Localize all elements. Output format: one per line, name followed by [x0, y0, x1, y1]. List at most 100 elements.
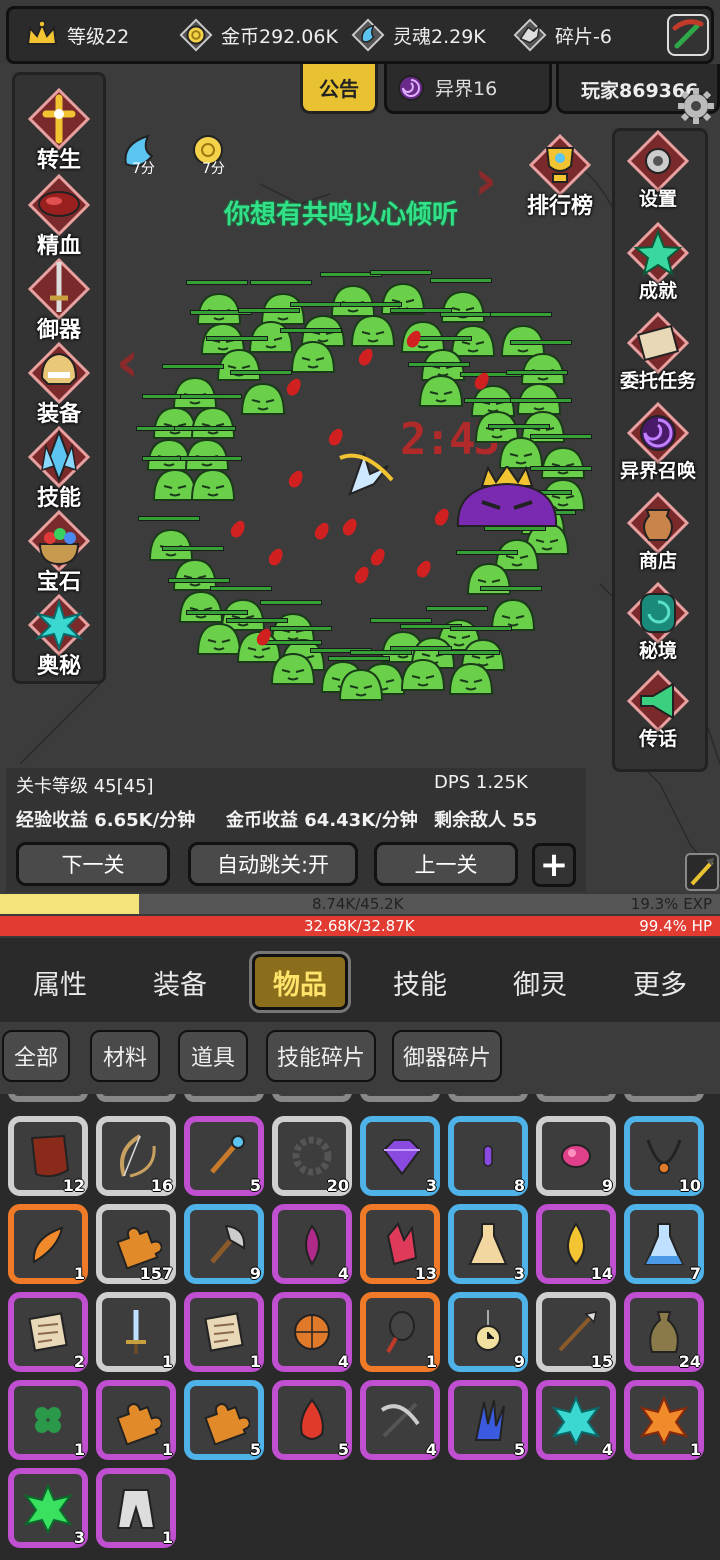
inventory-slot[interactable]: 4: [272, 1292, 352, 1372]
world-tab[interactable]: 异界16: [384, 64, 552, 114]
shard-display: 碎片-6: [513, 9, 612, 61]
inventory-slot-partial[interactable]: 14: [360, 1094, 440, 1102]
slot-quantity: 4: [339, 1094, 348, 1098]
inventory-slot[interactable]: 2: [8, 1292, 88, 1372]
inventory-slot[interactable]: 4: [272, 1204, 352, 1284]
slot-quantity: 12: [62, 1176, 85, 1195]
vase-icon: [649, 1311, 679, 1353]
tab-spirits[interactable]: 御灵: [492, 954, 588, 1010]
inventory-slot[interactable]: 1: [96, 1380, 176, 1460]
inventory-slot[interactable]: 1: [8, 1380, 88, 1460]
inventory-slot[interactable]: 1: [8, 1204, 88, 1284]
ranking-button[interactable]: 排行榜: [514, 133, 606, 220]
tab-skills[interactable]: 技能: [372, 954, 468, 1010]
artifact-button[interactable]: 御器: [14, 257, 104, 344]
inventory-slot-partial[interactable]: 20: [96, 1094, 176, 1102]
quill-icon[interactable]: [684, 852, 720, 892]
inventory-slot[interactable]: 3: [448, 1204, 528, 1284]
equipment-button[interactable]: 装备: [14, 341, 104, 428]
tab-more[interactable]: 更多: [612, 954, 708, 1010]
auto-skip-toggle[interactable]: 自动跳关:开: [188, 842, 358, 886]
filter-skill-shards[interactable]: 技能碎片: [266, 1030, 376, 1082]
inventory-slot[interactable]: 3: [360, 1116, 440, 1196]
tab-attributes[interactable]: 属性: [12, 954, 108, 1010]
inventory-slot[interactable]: 1: [360, 1292, 440, 1372]
mystery-button[interactable]: 奥秘: [14, 593, 104, 680]
tab-items[interactable]: 物品: [249, 951, 351, 1013]
trophy-icon: [528, 133, 592, 197]
inventory-slot[interactable]: 4: [360, 1380, 440, 1460]
inventory-slot[interactable]: 10: [624, 1116, 704, 1196]
add-button[interactable]: +: [532, 843, 576, 887]
essence-button[interactable]: 精血: [14, 173, 104, 260]
achievement-button[interactable]: 成就: [612, 221, 704, 303]
notice-tab[interactable]: 公告: [300, 64, 378, 114]
inventory-slot-partial[interactable]: [8, 1094, 88, 1102]
shop-button[interactable]: 商店: [612, 491, 704, 573]
inventory-slot-partial[interactable]: [184, 1094, 264, 1102]
filter-materials[interactable]: 材料: [90, 1030, 160, 1082]
settings-gear-button[interactable]: [676, 86, 716, 126]
quest-button[interactable]: 委托任务: [612, 311, 704, 393]
inventory-slot[interactable]: 8: [448, 1116, 528, 1196]
slime-enemy: [270, 652, 316, 685]
inventory-slot[interactable]: 9: [448, 1292, 528, 1372]
inventory-slot-partial[interactable]: 2: [624, 1094, 704, 1102]
secret-realm-button[interactable]: 秘境: [612, 581, 704, 663]
inventory-slot[interactable]: 9: [536, 1116, 616, 1196]
exp-bar-fill: [0, 894, 139, 914]
filter-all[interactable]: 全部: [2, 1030, 70, 1082]
inventory-slot[interactable]: 3: [8, 1468, 88, 1548]
inventory-slot[interactable]: 4: [536, 1380, 616, 1460]
tab-equipment[interactable]: 装备: [132, 954, 228, 1010]
boss-enemy: [456, 466, 558, 527]
inventory-slot[interactable]: 9: [184, 1204, 264, 1284]
slot-quantity: 14: [418, 1094, 436, 1098]
enemy-hp-bar: [328, 656, 390, 661]
inventory-slot[interactable]: 24: [624, 1292, 704, 1372]
inventory-slot[interactable]: 7: [624, 1204, 704, 1284]
scroll-icon: [28, 1312, 68, 1352]
settings-button[interactable]: 设置: [612, 129, 704, 211]
filter-props[interactable]: 道具: [178, 1030, 248, 1082]
inventory-slot-partial[interactable]: 17: [448, 1094, 528, 1102]
shard-text: 碎片-6: [555, 25, 612, 48]
next-arrow-icon[interactable]: ›: [474, 148, 497, 213]
next-stage-button[interactable]: 下一关: [16, 842, 170, 886]
inventory-slot[interactable]: 5: [272, 1380, 352, 1460]
inventory-slot[interactable]: 14: [536, 1204, 616, 1284]
inventory-slot[interactable]: 5: [184, 1380, 264, 1460]
crystal-icon: [386, 1222, 418, 1266]
inventory-slot[interactable]: 12: [8, 1116, 88, 1196]
inventory-slot[interactable]: 5: [448, 1380, 528, 1460]
slot-quantity: 20: [154, 1094, 172, 1098]
gold-buff-time: 7分: [202, 161, 225, 177]
inventory-grid[interactable]: 2041417121216520389101157941331472114191…: [0, 1094, 720, 1560]
inventory-slot-partial[interactable]: 4: [272, 1094, 352, 1102]
inventory-slot[interactable]: 13: [360, 1204, 440, 1284]
toolbox-button[interactable]: [667, 14, 709, 56]
inventory-slot[interactable]: 1: [96, 1292, 176, 1372]
message-button[interactable]: 传话: [612, 669, 704, 751]
prev-arrow-icon[interactable]: ‹: [116, 330, 139, 395]
enemy-hp-bar: [186, 610, 248, 615]
stage-level: 关卡等级 45[45]: [16, 776, 154, 797]
summon-button[interactable]: 异界召唤: [612, 401, 704, 483]
inventory-slot[interactable]: 20: [272, 1116, 352, 1196]
inventory-slot-partial[interactable]: 1: [536, 1094, 616, 1102]
pickaxe-icon: [380, 1402, 420, 1438]
inventory-slot[interactable]: 1: [624, 1380, 704, 1460]
prev-stage-button[interactable]: 上一关: [374, 842, 518, 886]
scroll-icon: [204, 1312, 244, 1352]
rebirth-button[interactable]: 转生: [14, 87, 104, 174]
inventory-slot[interactable]: 1: [96, 1468, 176, 1548]
filter-artifact-shards[interactable]: 御器碎片: [392, 1030, 502, 1082]
inventory-slot[interactable]: 15: [536, 1292, 616, 1372]
inventory-slot[interactable]: 16: [96, 1116, 176, 1196]
slot-quantity: 3: [73, 1528, 85, 1547]
inventory-slot[interactable]: 157: [96, 1204, 176, 1284]
inventory-slot[interactable]: 1: [184, 1292, 264, 1372]
inventory-slot[interactable]: 5: [184, 1116, 264, 1196]
skill-button[interactable]: 技能: [14, 425, 104, 512]
gem-button[interactable]: 宝石: [14, 509, 104, 596]
